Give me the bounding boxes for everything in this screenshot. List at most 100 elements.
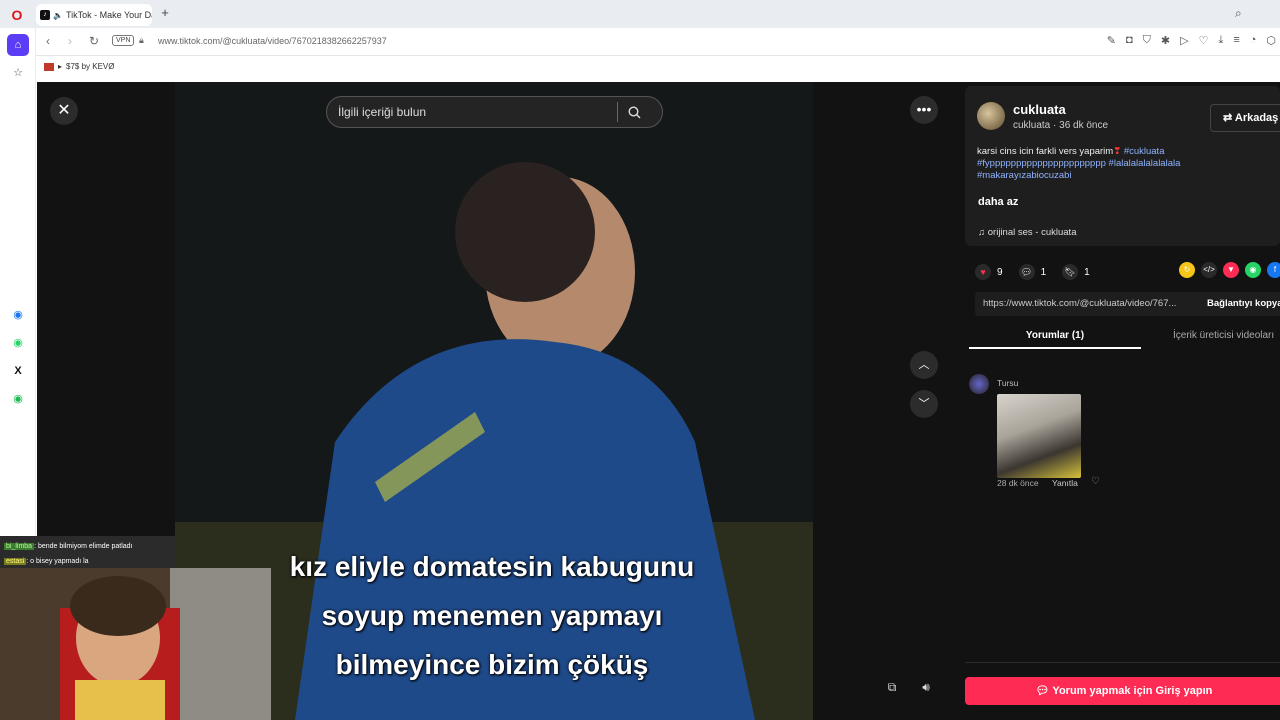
music-link[interactable]: ♫ orijinal ses - cukluata <box>978 227 1076 238</box>
next-video-down-icon[interactable]: ﹀ <box>910 390 938 418</box>
url-field[interactable]: www.tiktok.com/@cukluata/video/767021838… <box>158 36 387 46</box>
download-icon[interactable]: ⤓ <box>1218 34 1223 47</box>
search-button[interactable] <box>617 102 651 122</box>
repost-icon[interactable]: ↻ <box>1179 262 1195 278</box>
video-subtitles: kız eliyle domatesin kabugunu soyup mene… <box>277 542 707 689</box>
messenger-icon[interactable]: ◉ <box>7 304 29 326</box>
avatar[interactable] <box>969 374 989 394</box>
login-to-comment-button[interactable]: 💬︎ Yorum yapmak için Giriş yapın <box>965 677 1280 705</box>
avatar[interactable] <box>977 102 1005 130</box>
forward-arrow-icon[interactable]: › <box>62 34 78 48</box>
tab-search-icon[interactable]: ⌕ <box>1235 6 1242 21</box>
send-icon[interactable]: ▼ <box>1223 262 1239 278</box>
comment-count: 1 <box>1040 266 1047 278</box>
more-options-icon[interactable]: ••• <box>910 96 938 124</box>
comment-username[interactable]: Tursu <box>997 378 1018 388</box>
cube-icon[interactable]: ⬡ <box>1266 34 1276 47</box>
chat-line: estasi: o bisey yapmadı la <box>4 554 172 569</box>
subtitle-line: bilmeyince bizim çöküş <box>335 649 649 680</box>
copy-link-button[interactable]: Bağlantıyı kopyala <box>1207 298 1280 309</box>
chat-username: estasi <box>4 558 27 565</box>
like-button[interactable]: ♥ 9 <box>975 264 1003 280</box>
video-details-panel: cukluata cukluata · 36 dk önce ⇄ Arkadaş… <box>965 82 1280 720</box>
panel-tabs: Yorumlar (1) İçerik üreticisi videoları <box>965 328 1280 352</box>
chat-message: : bende bilmiyom elimde patladı <box>34 543 133 550</box>
browser-tab-bar: O ♪ 🔈 TikTok - Make Your Day + ⌕ <box>0 0 1280 28</box>
camera-icon[interactable]: ◘ <box>1126 34 1133 47</box>
speaker-icon[interactable]: 🔈 <box>53 11 63 20</box>
comment-icon: 💬︎ <box>1018 264 1035 280</box>
music-note-icon: ♫ <box>978 227 988 238</box>
heart-emoji-icon: ❣ <box>1113 146 1122 157</box>
subtitle-line: soyup menemen yapmayı <box>321 600 663 631</box>
close-icon[interactable]: ✕ <box>50 97 78 125</box>
video-description: karsi cins icin farkli vers yaparim❣ #cu… <box>977 146 1267 182</box>
bookmark-icon: 🔖︎ <box>1062 264 1079 280</box>
save-button[interactable]: 🔖︎ 1 <box>1062 264 1090 280</box>
author-subtitle: cukluata · 36 dk önce <box>1013 120 1109 131</box>
search-input[interactable] <box>327 104 617 120</box>
author-card: cukluata cukluata · 36 dk önce ⇄ Arkadaş… <box>965 86 1280 246</box>
new-tab-plus-icon[interactable]: + <box>158 6 172 20</box>
bookmark-favicon-icon <box>44 62 54 71</box>
tab-comments[interactable]: Yorumlar (1) <box>969 330 1141 349</box>
share-url[interactable]: https://www.tiktok.com/@cukluata/video/7… <box>983 298 1176 309</box>
webcam-image <box>0 568 271 720</box>
search-icon <box>628 105 641 118</box>
opera-logo-icon[interactable]: O <box>8 6 26 24</box>
extension-icon[interactable]: ✱ <box>1161 34 1170 47</box>
comment-button[interactable]: 💬︎ 1 <box>1018 264 1047 280</box>
chat-username: bi_limba <box>4 543 35 550</box>
tab-creator-videos[interactable]: İçerik üreticisi videoları <box>1173 330 1274 341</box>
back-arrow-icon[interactable]: ‹ <box>40 34 56 48</box>
reload-icon[interactable]: ↻ <box>86 34 102 48</box>
home-icon[interactable]: ⌂ <box>7 34 29 56</box>
heart-icon: ♥ <box>975 264 991 280</box>
related-search-bar[interactable] <box>326 96 663 128</box>
bookmarks-bar: ▸ $7$ by KEVØ <box>36 56 1280 80</box>
author-name[interactable]: cukluata <box>1013 102 1066 117</box>
bookmark-label: $7$ by KEVØ <box>66 62 115 71</box>
vpn-badge[interactable]: VPN <box>112 35 135 46</box>
music-label: orijinal ses - cukluata <box>987 227 1077 238</box>
login-label: Yorum yapmak için Giriş yapın <box>1052 685 1213 697</box>
shield-icon[interactable]: ⛉ <box>1143 34 1151 47</box>
tiktok-favicon-icon: ♪ <box>40 10 50 20</box>
whatsapp-share-icon[interactable]: ◉ <box>1245 262 1261 278</box>
star-icon[interactable]: ☆ <box>7 62 29 84</box>
follow-label: Arkadaş <box>1234 112 1279 124</box>
description-text: karsi cins icin farkli vers yaparim <box>977 146 1114 157</box>
like-count: 9 <box>997 266 1003 278</box>
menu-icon[interactable]: ≡ <box>1233 34 1239 47</box>
edit-icon[interactable]: ✎ <box>1107 34 1116 47</box>
floating-player-icon[interactable]: ⧉ <box>878 680 906 702</box>
chat-message: : o bisey yapmadı la <box>26 558 89 565</box>
heart-icon[interactable]: ♡ <box>1199 34 1209 47</box>
embed-icon[interactable]: </> <box>1201 262 1217 278</box>
address-bar: ‹ › ↻ VPN 🔒︎ www.tiktok.com/@cukluata/vi… <box>36 28 1280 56</box>
webcam-overlay <box>0 568 271 720</box>
login-footer: 💬︎ Yorum yapmak için Giriş yapın <box>965 662 1280 720</box>
facebook-share-icon[interactable]: f <box>1267 262 1280 278</box>
browser-tab[interactable]: ♪ 🔈 TikTok - Make Your Day <box>36 4 152 26</box>
comment-like-icon[interactable]: ♡ <box>1091 476 1100 487</box>
friend-button[interactable]: ⇄ Arkadaş <box>1210 104 1280 132</box>
lock-icon[interactable]: 🔒︎ <box>139 35 144 46</box>
bookmark-item[interactable]: ▸ $7$ by KEVØ <box>44 62 115 71</box>
volume-icon[interactable]: 🔊︎ <box>912 680 940 702</box>
swap-icon: ⇄ <box>1223 112 1235 124</box>
profile-icon[interactable]: ◔ <box>1250 34 1257 47</box>
play-icon[interactable]: ▷ <box>1180 34 1188 47</box>
subtitle-line: kız eliyle domatesin kabugunu <box>289 551 695 582</box>
address-bar-tools: ✎ ◘ ⛉ ✱ ▷ ♡ ⤓ ≡ ◔ ⬡ <box>1107 34 1276 47</box>
previous-video-up-icon[interactable]: ︿ <box>910 351 938 379</box>
reply-button[interactable]: Yanıtla <box>1052 478 1078 488</box>
tab-title: TikTok - Make Your Day <box>65 10 152 20</box>
comment-time: 28 dk önce <box>997 478 1039 488</box>
spotify-icon[interactable]: ◉ <box>7 388 29 410</box>
show-less-button[interactable]: daha az <box>978 196 1018 208</box>
bookmark-arrow-icon: ▸ <box>58 62 63 71</box>
whatsapp-icon[interactable]: ◉ <box>7 332 29 354</box>
x-icon[interactable]: X <box>7 360 29 382</box>
comment-sticker-image[interactable] <box>997 394 1081 478</box>
